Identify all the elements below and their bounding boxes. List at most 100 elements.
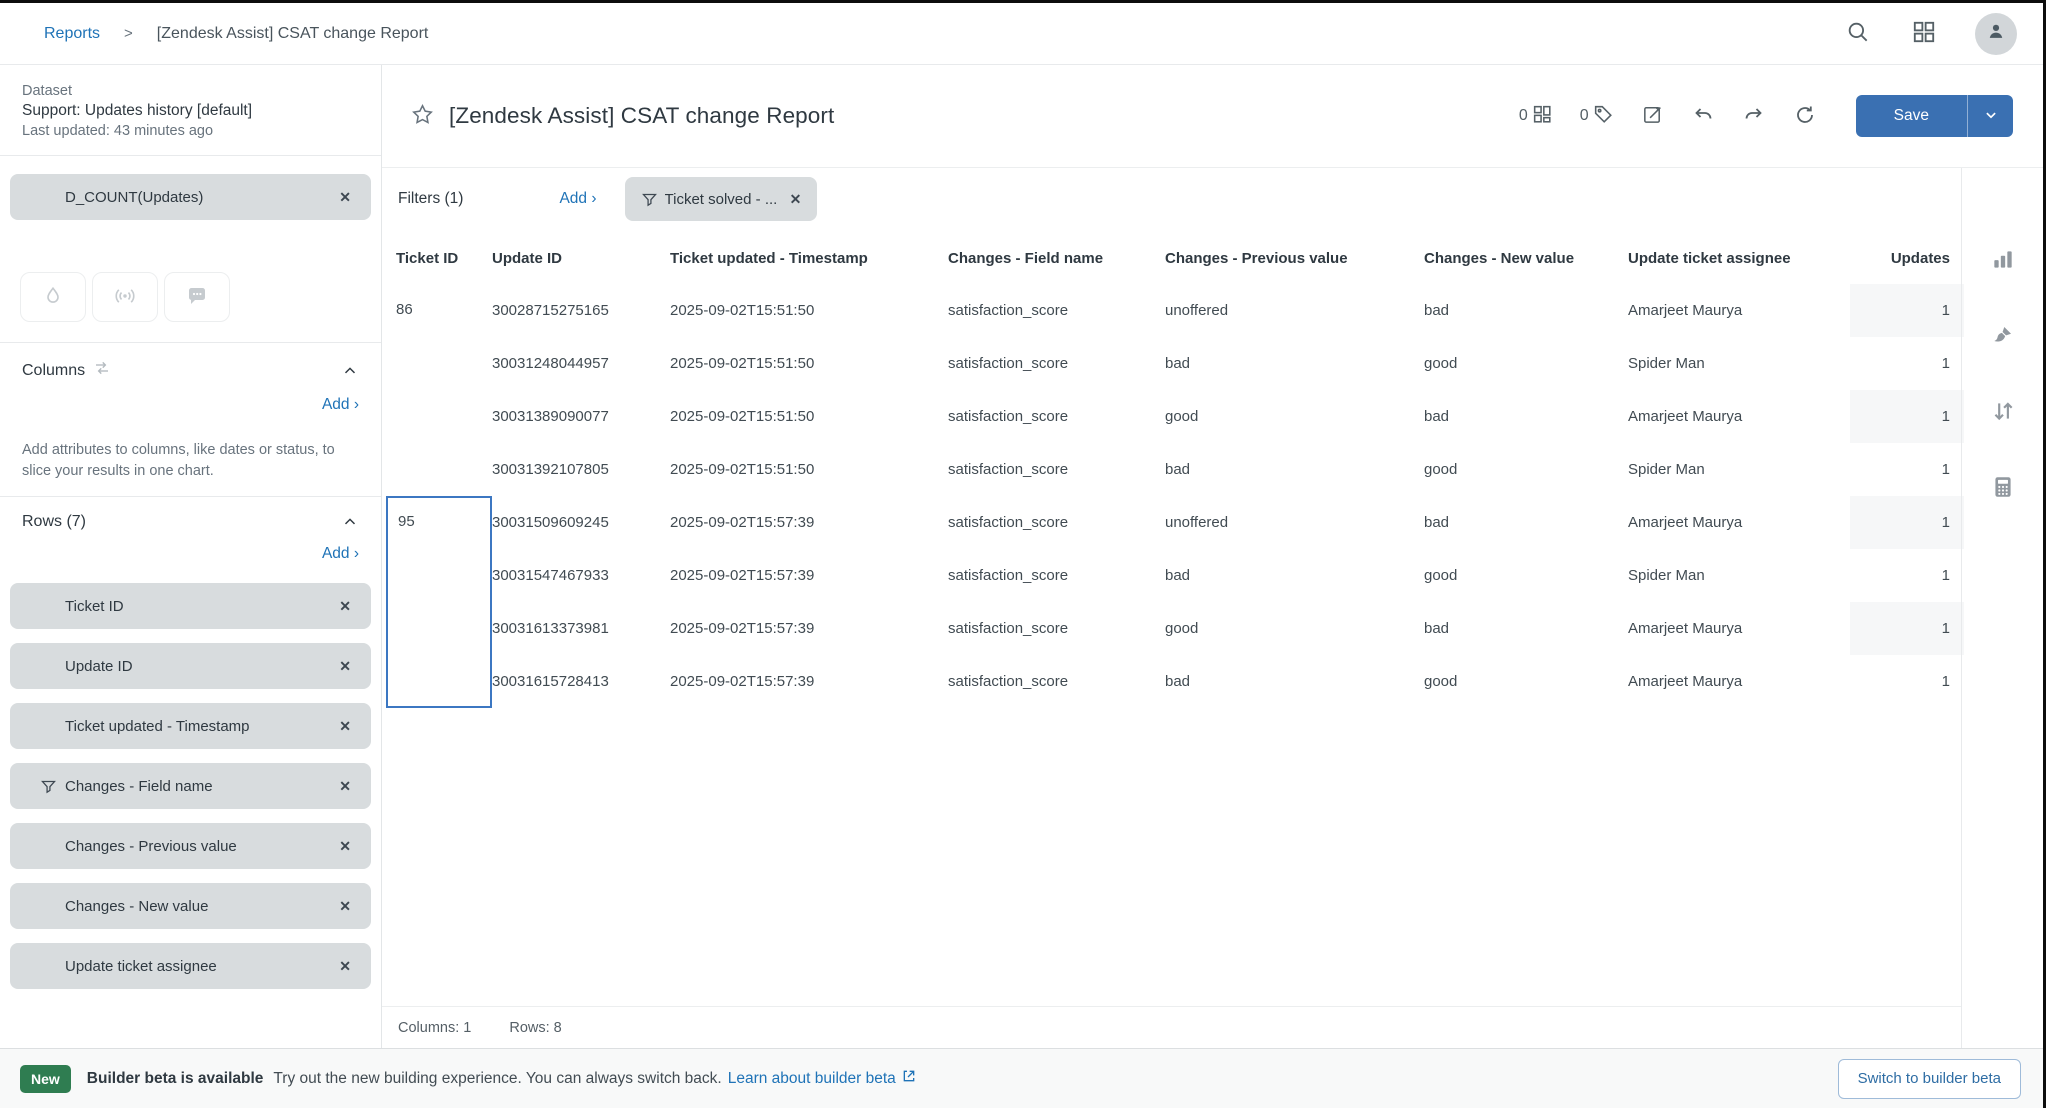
save-options-button[interactable] bbox=[1967, 95, 2013, 137]
calculations-button[interactable] bbox=[1988, 472, 2018, 505]
cell-field-name[interactable]: satisfaction_score bbox=[948, 337, 1165, 390]
cell-update-id[interactable]: 30031613373981 bbox=[492, 602, 670, 655]
learn-builder-beta-link[interactable]: Learn about builder beta bbox=[728, 1068, 917, 1089]
cell-field-name[interactable]: satisfaction_score bbox=[948, 602, 1165, 655]
cell-update-id[interactable]: 30031392107805 bbox=[492, 443, 670, 496]
cell-update-id[interactable]: 30031547467933 bbox=[492, 549, 670, 602]
cell-ticket-id-95[interactable]: 95 bbox=[386, 496, 492, 708]
cell-new-value[interactable]: bad bbox=[1424, 496, 1628, 549]
cell-update-id[interactable]: 30028715275165 bbox=[492, 284, 670, 337]
user-avatar[interactable] bbox=[1975, 13, 2017, 55]
cell-assignee[interactable]: Spider Man bbox=[1628, 443, 1850, 496]
cell-new-value[interactable]: bad bbox=[1424, 284, 1628, 337]
chip-ticket-id[interactable]: Ticket ID ✕ bbox=[10, 583, 371, 629]
cell-previous-value[interactable]: bad bbox=[1165, 443, 1424, 496]
cell-timestamp[interactable]: 2025-09-02T15:57:39 bbox=[670, 602, 948, 655]
cell-updates[interactable]: 1 bbox=[1850, 284, 1964, 337]
cell-assignee[interactable]: Amarjeet Maurya bbox=[1628, 655, 1850, 708]
dashboards-count-button[interactable]: 0 bbox=[1519, 103, 1553, 130]
cell-assignee[interactable]: Amarjeet Maurya bbox=[1628, 496, 1850, 549]
cell-previous-value[interactable]: bad bbox=[1165, 337, 1424, 390]
cell-update-id[interactable]: 30031615728413 bbox=[492, 655, 670, 708]
cell-updates[interactable]: 1 bbox=[1850, 655, 1964, 708]
cell-previous-value[interactable]: bad bbox=[1165, 549, 1424, 602]
apps-grid-button[interactable] bbox=[1909, 17, 1939, 50]
refresh-button[interactable] bbox=[1793, 103, 1817, 130]
cell-timestamp[interactable]: 2025-09-02T15:57:39 bbox=[670, 549, 948, 602]
cell-new-value[interactable]: good bbox=[1424, 549, 1628, 602]
tags-count-button[interactable]: 0 bbox=[1580, 103, 1614, 130]
remove-ticket-solved-button[interactable]: ✕ bbox=[790, 192, 802, 206]
edit-button[interactable] bbox=[1641, 103, 1664, 129]
cell-field-name[interactable]: satisfaction_score bbox=[948, 284, 1165, 337]
chip-ticket-solved[interactable]: Ticket solved - ... ✕ bbox=[625, 177, 818, 221]
filters-add-link[interactable]: Add › bbox=[559, 190, 596, 208]
cell-assignee[interactable]: Spider Man bbox=[1628, 337, 1850, 390]
cell-field-name[interactable]: satisfaction_score bbox=[948, 390, 1165, 443]
chip-changes-new-value[interactable]: Changes - New value ✕ bbox=[10, 883, 371, 929]
chip-changes-previous-value[interactable]: Changes - Previous value ✕ bbox=[10, 823, 371, 869]
remove-d-count-updates-button[interactable]: ✕ bbox=[339, 190, 351, 204]
cell-new-value[interactable]: good bbox=[1424, 337, 1628, 390]
comment-tool-button[interactable] bbox=[164, 272, 230, 322]
remove-changes-previous-value-button[interactable]: ✕ bbox=[339, 839, 351, 853]
remove-ticket-id-button[interactable]: ✕ bbox=[339, 599, 351, 613]
chip-update-id[interactable]: Update ID ✕ bbox=[10, 643, 371, 689]
cell-field-name[interactable]: satisfaction_score bbox=[948, 443, 1165, 496]
chip-ticket-updated-timestamp[interactable]: Ticket updated - Timestamp ✕ bbox=[10, 703, 371, 749]
cell-updates[interactable]: 1 bbox=[1850, 390, 1964, 443]
remove-update-ticket-assignee-button[interactable]: ✕ bbox=[339, 959, 351, 973]
redo-button[interactable] bbox=[1742, 103, 1766, 130]
search-button[interactable] bbox=[1843, 17, 1873, 50]
cell-previous-value[interactable]: bad bbox=[1165, 655, 1424, 708]
chip-d-count-updates[interactable]: D_COUNT(Updates) ✕ bbox=[10, 174, 371, 220]
cell-updates[interactable]: 1 bbox=[1850, 496, 1964, 549]
drop-tool-button[interactable] bbox=[20, 272, 86, 322]
swap-axes-icon[interactable] bbox=[93, 359, 111, 382]
columns-add-link[interactable]: Add › bbox=[322, 396, 359, 414]
cell-timestamp[interactable]: 2025-09-02T15:51:50 bbox=[670, 284, 948, 337]
cell-timestamp[interactable]: 2025-09-02T15:51:50 bbox=[670, 443, 948, 496]
collapse-rows-chevron-icon[interactable] bbox=[341, 513, 359, 531]
cell-assignee[interactable]: Spider Man bbox=[1628, 549, 1850, 602]
remove-changes-new-value-button[interactable]: ✕ bbox=[339, 899, 351, 913]
cell-field-name[interactable]: satisfaction_score bbox=[948, 549, 1165, 602]
cell-previous-value[interactable]: good bbox=[1165, 390, 1424, 443]
remove-update-id-button[interactable]: ✕ bbox=[339, 659, 351, 673]
chart-type-button[interactable] bbox=[1988, 244, 2018, 277]
cell-new-value[interactable]: good bbox=[1424, 443, 1628, 496]
cell-updates[interactable]: 1 bbox=[1850, 549, 1964, 602]
cell-update-id[interactable]: 30031248044957 bbox=[492, 337, 670, 390]
breadcrumb-reports-link[interactable]: Reports bbox=[44, 25, 100, 43]
remove-changes-field-name-button[interactable]: ✕ bbox=[339, 779, 351, 793]
favorite-button[interactable] bbox=[410, 102, 435, 130]
cell-timestamp[interactable]: 2025-09-02T15:57:39 bbox=[670, 655, 948, 708]
chart-style-button[interactable] bbox=[1988, 320, 2018, 353]
switch-to-builder-beta-button[interactable]: Switch to builder beta bbox=[1838, 1059, 2021, 1099]
chip-update-ticket-assignee[interactable]: Update ticket assignee ✕ bbox=[10, 943, 371, 989]
save-button[interactable]: Save bbox=[1856, 95, 1967, 137]
cell-updates[interactable]: 1 bbox=[1850, 602, 1964, 655]
cell-previous-value[interactable]: unoffered bbox=[1165, 284, 1424, 337]
cell-timestamp[interactable]: 2025-09-02T15:51:50 bbox=[670, 337, 948, 390]
cell-assignee[interactable]: Amarjeet Maurya bbox=[1628, 390, 1850, 443]
cell-timestamp[interactable]: 2025-09-02T15:57:39 bbox=[670, 496, 948, 549]
cell-previous-value[interactable]: good bbox=[1165, 602, 1424, 655]
cell-updates[interactable]: 1 bbox=[1850, 337, 1964, 390]
cell-update-id[interactable]: 30031389090077 bbox=[492, 390, 670, 443]
remove-ticket-updated-timestamp-button[interactable]: ✕ bbox=[339, 719, 351, 733]
cell-timestamp[interactable]: 2025-09-02T15:51:50 bbox=[670, 390, 948, 443]
cell-assignee[interactable]: Amarjeet Maurya bbox=[1628, 602, 1850, 655]
rows-add-link[interactable]: Add › bbox=[322, 545, 359, 563]
collapse-columns-chevron-icon[interactable] bbox=[341, 362, 359, 380]
cell-field-name[interactable]: satisfaction_score bbox=[948, 496, 1165, 549]
undo-button[interactable] bbox=[1691, 103, 1715, 130]
cell-new-value[interactable]: bad bbox=[1424, 390, 1628, 443]
chip-changes-field-name[interactable]: Changes - Field name ✕ bbox=[10, 763, 371, 809]
sort-button[interactable] bbox=[1988, 396, 2018, 429]
cell-assignee[interactable]: Amarjeet Maurya bbox=[1628, 284, 1850, 337]
cell-new-value[interactable]: good bbox=[1424, 655, 1628, 708]
cell-new-value[interactable]: bad bbox=[1424, 602, 1628, 655]
cell-ticket-id-86[interactable]: 86 bbox=[396, 284, 492, 496]
cell-previous-value[interactable]: unoffered bbox=[1165, 496, 1424, 549]
